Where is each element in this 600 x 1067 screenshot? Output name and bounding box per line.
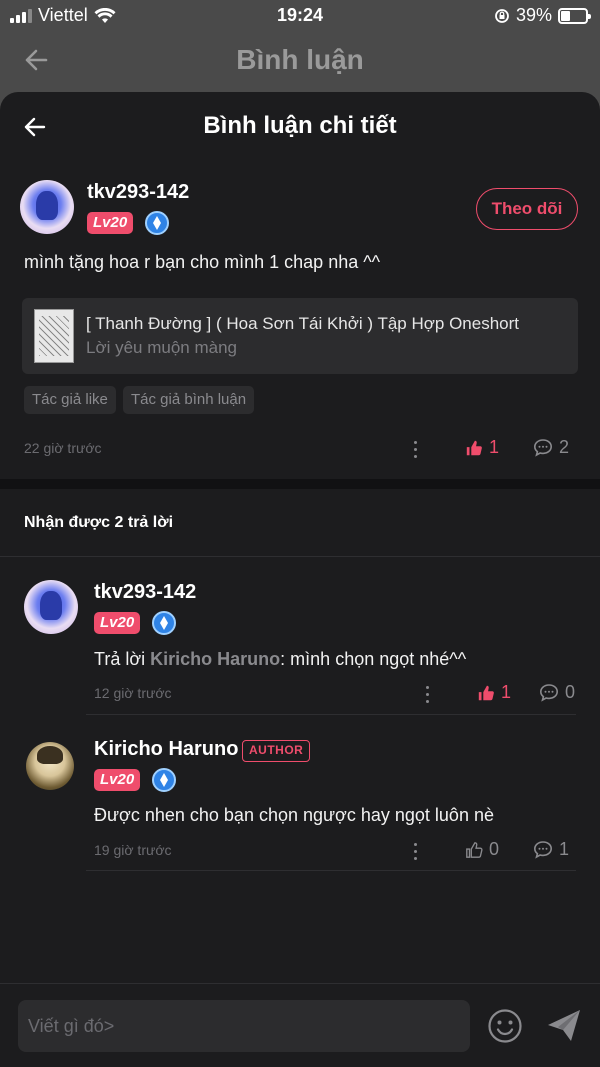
reply-count: 0 xyxy=(565,682,576,702)
vip-rank-icon xyxy=(152,768,176,792)
vip-rank-icon xyxy=(152,611,176,635)
reply-body: : mình chọn ngọt nhé^^ xyxy=(280,649,467,669)
battery-percent: 39% xyxy=(515,5,552,25)
comment-timestamp: 22 giờ trước xyxy=(24,440,102,456)
like-button[interactable]: 0 xyxy=(465,839,499,860)
replies-count-heading: Nhận được 2 trả lời xyxy=(24,514,174,531)
comment-text: mình tặng hoa r bạn cho mình 1 chap nha … xyxy=(24,252,381,272)
avatar[interactable] xyxy=(24,580,78,634)
author-badge: AUTHOR xyxy=(242,740,311,762)
emoji-icon[interactable] xyxy=(487,1008,523,1044)
section-divider xyxy=(0,479,600,489)
comment-input-box[interactable] xyxy=(18,1000,470,1052)
like-button[interactable]: 1 xyxy=(465,437,499,458)
level-badge: Lv20 xyxy=(87,212,134,234)
send-icon[interactable] xyxy=(544,1006,584,1046)
book-card[interactable]: [ Thanh Đường ] ( Hoa Sơn Tái Khởi ) Tập… xyxy=(22,298,578,374)
reply-to-username[interactable]: Kiricho Haruno xyxy=(150,649,280,669)
sheet-header: Bình luận chi tiết xyxy=(0,92,600,164)
reply-button[interactable]: 1 xyxy=(533,839,569,860)
rotation-lock-icon xyxy=(495,8,509,23)
thumbs-up-filled-icon xyxy=(466,440,482,455)
reply-username[interactable]: Kiricho Haruno xyxy=(94,738,238,761)
background-title: Bình luận xyxy=(236,44,364,75)
reply-count: 2 xyxy=(559,437,570,457)
chapter-title: Lời yêu muộn màng xyxy=(86,338,238,357)
tag-author-commented: Tác giả bình luận xyxy=(123,386,255,414)
reply-button[interactable]: 0 xyxy=(539,682,575,703)
comment-composer xyxy=(0,983,600,1067)
thumbs-up-outline-icon xyxy=(466,841,483,858)
status-bar: Viettel 19:24 39% xyxy=(0,0,600,32)
avatar[interactable] xyxy=(26,742,74,790)
comment-username[interactable]: tkv293-142 xyxy=(87,181,189,204)
thumbs-up-filled-icon xyxy=(478,685,494,700)
comment-input[interactable] xyxy=(18,1000,470,1052)
reply-timestamp: 12 giờ trước xyxy=(94,685,172,701)
reply-username[interactable]: tkv293-142 xyxy=(94,581,196,604)
like-button[interactable]: 1 xyxy=(477,682,511,703)
tag-author-liked: Tác giả like xyxy=(24,386,116,414)
reply-prefix: Trả lời xyxy=(94,649,146,669)
reply-text: Trả lời Kiricho Haruno: mình chọn ngọt n… xyxy=(94,649,466,670)
comment-bubble-icon xyxy=(539,684,559,702)
reply-button[interactable]: 2 xyxy=(533,437,569,458)
avatar[interactable] xyxy=(20,180,74,234)
more-options-icon[interactable] xyxy=(414,441,418,459)
book-title: [ Thanh Đường ] ( Hoa Sơn Tái Khởi ) Tập… xyxy=(86,314,520,333)
like-count: 1 xyxy=(489,437,500,457)
reply-text: Được nhen cho bạn chọn ngược hay ngọt lu… xyxy=(94,805,494,825)
book-cover-thumbnail xyxy=(34,309,74,363)
comment-detail-sheet: Bình luận chi tiết tkv293-142 Lv20 Theo … xyxy=(0,92,600,1067)
comment-bubble-icon xyxy=(533,439,553,457)
divider xyxy=(86,870,576,871)
like-count: 1 xyxy=(501,682,512,702)
reply-count: 1 xyxy=(559,839,570,859)
page-title: Bình luận chi tiết xyxy=(203,112,397,139)
more-options-icon[interactable] xyxy=(414,843,418,861)
background-header: Bình luận xyxy=(0,32,600,92)
divider xyxy=(86,714,576,715)
follow-button[interactable]: Theo dõi xyxy=(476,188,578,230)
divider xyxy=(0,556,600,557)
battery-icon xyxy=(558,7,591,24)
reply-timestamp: 19 giờ trước xyxy=(94,842,172,858)
like-count: 0 xyxy=(489,839,500,859)
vip-rank-icon xyxy=(145,211,169,235)
level-badge: Lv20 xyxy=(94,612,141,634)
level-badge: Lv20 xyxy=(94,769,141,791)
more-options-icon[interactable] xyxy=(426,686,430,704)
comment-bubble-icon xyxy=(533,841,553,859)
